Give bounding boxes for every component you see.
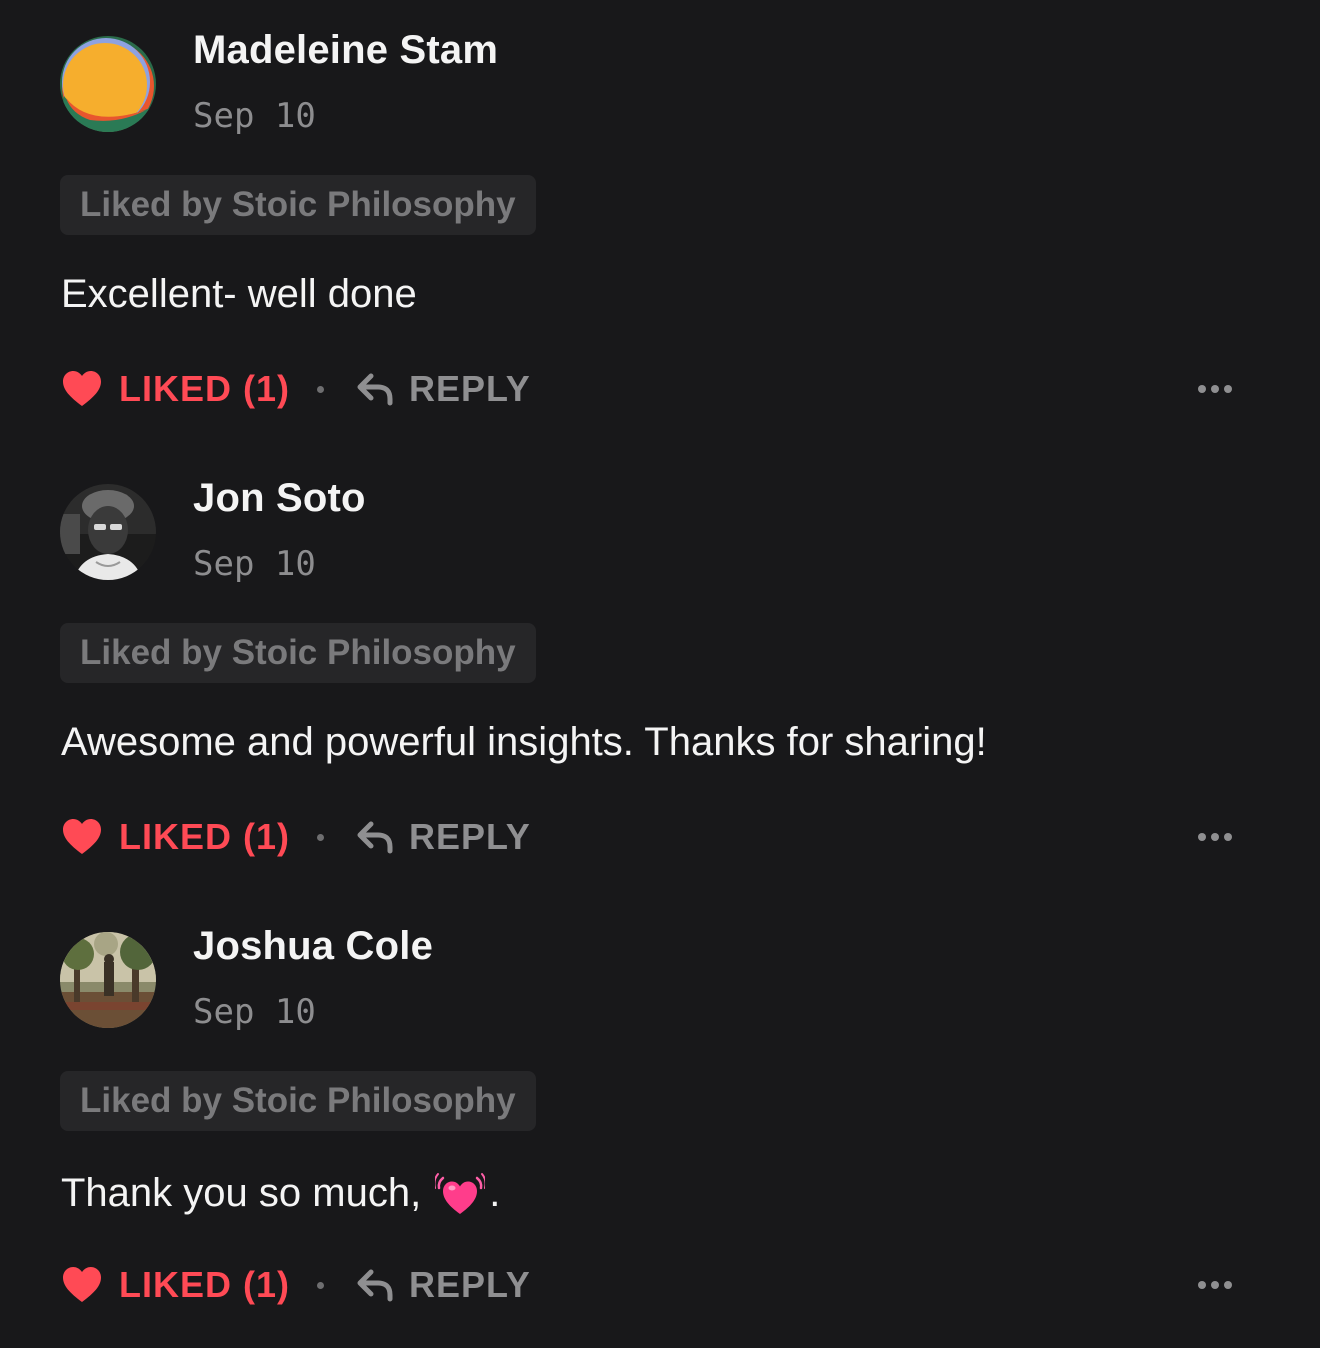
comment: Madeleine Stam Sep 10 Liked by Stoic Phi… (0, 0, 1320, 448)
comment-date[interactable]: Sep 10 (193, 544, 316, 584)
avatar[interactable] (60, 36, 156, 132)
like-button[interactable]: LIKED (1) (62, 812, 290, 862)
liked-by-badge: Liked by Stoic Philosophy (60, 623, 536, 683)
comment: Jon Soto Sep 10 Liked by Stoic Philosoph… (0, 448, 1320, 896)
author-name[interactable]: Jon Soto (193, 476, 366, 521)
reply-button[interactable]: REPLY (356, 1260, 531, 1310)
comment-body: Thank you so much, . (61, 1168, 500, 1218)
like-label: LIKED (1) (119, 816, 290, 857)
reply-arrow-icon (357, 373, 393, 406)
heart-icon (63, 371, 101, 406)
author-name[interactable]: Joshua Cole (193, 924, 433, 969)
reply-label: REPLY (409, 816, 531, 857)
comment-actions: LIKED (1) REPLY (62, 812, 1242, 862)
comment-date[interactable]: Sep 10 (193, 96, 316, 136)
like-button[interactable]: LIKED (1) (62, 364, 290, 414)
comment-date[interactable]: Sep 10 (193, 992, 316, 1032)
comment-body: Excellent- well done (61, 272, 417, 317)
comment-body: Awesome and powerful insights. Thanks fo… (61, 720, 987, 765)
comment-text: Thank you so much, (61, 1170, 422, 1215)
comment-trailing-text: . (489, 1170, 501, 1215)
reply-button[interactable]: REPLY (356, 364, 531, 414)
reply-arrow-icon (357, 1269, 393, 1302)
like-label: LIKED (1) (119, 368, 290, 409)
comment: Joshua Cole Sep 10 Liked by Stoic Philos… (0, 896, 1320, 1344)
comment-text: Awesome and powerful insights. Thanks fo… (61, 720, 987, 764)
reply-button[interactable]: REPLY (356, 812, 531, 862)
more-options-icon[interactable] (1196, 377, 1236, 401)
heart-icon (63, 819, 101, 854)
reply-label: REPLY (409, 1264, 531, 1305)
liked-by-badge: Liked by Stoic Philosophy (60, 1071, 536, 1131)
reply-arrow-icon (357, 821, 393, 854)
author-name[interactable]: Madeleine Stam (193, 28, 498, 73)
avatar[interactable] (60, 932, 156, 1028)
comment-text: Excellent- well done (61, 272, 417, 316)
comment-actions: LIKED (1) REPLY (62, 364, 1242, 414)
separator-dot (317, 386, 324, 393)
separator-dot (317, 1282, 324, 1289)
liked-by-badge: Liked by Stoic Philosophy (60, 175, 536, 235)
pink-heart-emoji-icon (435, 1173, 486, 1214)
heart-icon (63, 1267, 101, 1302)
avatar[interactable] (60, 484, 156, 580)
more-options-icon[interactable] (1196, 825, 1236, 849)
comment-actions: LIKED (1) REPLY (62, 1260, 1242, 1310)
separator-dot (317, 834, 324, 841)
like-label: LIKED (1) (119, 1264, 290, 1305)
reply-label: REPLY (409, 368, 531, 409)
like-button[interactable]: LIKED (1) (62, 1260, 290, 1310)
more-options-icon[interactable] (1196, 1273, 1236, 1297)
